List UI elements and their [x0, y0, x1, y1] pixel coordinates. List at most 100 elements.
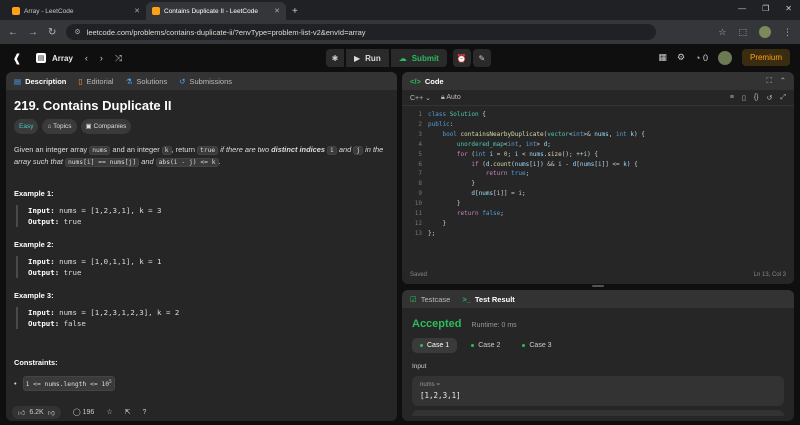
- timer-button[interactable]: ⏰: [452, 49, 471, 67]
- fire-icon: ◔: [695, 52, 701, 63]
- auto-mode[interactable]: 🔒︎ Auto: [441, 94, 461, 102]
- share-icon[interactable]: ⇱: [125, 408, 131, 416]
- submit-label: Submit: [411, 53, 439, 63]
- verdict-row: Accepted Runtime: 0 ms: [412, 318, 784, 330]
- case-tab-3[interactable]: Case 3: [514, 338, 559, 353]
- browser-tab-array[interactable]: Array - LeetCode ✕: [6, 2, 146, 20]
- thumbs-down-icon[interactable]: 👎︎: [48, 408, 55, 417]
- constraints-title: Constraints:: [14, 358, 58, 367]
- list-icon: ▤: [36, 53, 46, 63]
- reload-icon[interactable]: ↻: [48, 27, 56, 38]
- browser-tab-contains-duplicate[interactable]: Contains Duplicate II - LeetCode ✕: [146, 2, 286, 20]
- book-icon: ▯: [78, 76, 83, 86]
- pass-dot: [522, 344, 526, 347]
- settings-gear-icon[interactable]: ⚙: [677, 52, 685, 63]
- example-box: Input: nums = [1,2,3,1,2,3], k = 2 Outpu…: [16, 307, 389, 329]
- next-problem-icon[interactable]: ›: [100, 53, 103, 64]
- new-tab-button[interactable]: +: [292, 6, 298, 17]
- editor-toolbar: C++ ⌄ 🔒︎ Auto ≡ ▯ {} ↺ ⤢: [402, 90, 794, 106]
- tab-submissions[interactable]: ↺ Submissions: [179, 77, 232, 86]
- case-tabs: Case 1 Case 2 Case 3: [412, 338, 784, 353]
- shuffle-icon[interactable]: ⤨: [115, 53, 122, 64]
- input-box: [412, 410, 784, 416]
- submit-button[interactable]: ☁ Submit: [390, 49, 447, 67]
- tag-icon: ⌂: [47, 123, 52, 130]
- favorite-star-icon[interactable]: ☆: [106, 408, 112, 416]
- difficulty-badge[interactable]: Easy: [14, 119, 39, 134]
- pass-dot: [471, 344, 475, 347]
- debug-button[interactable]: ✱: [326, 49, 344, 67]
- maximize-panel-icon[interactable]: ⛶: [766, 76, 771, 86]
- pass-dot: [420, 344, 423, 347]
- braces-icon[interactable]: {}: [754, 94, 759, 102]
- notes-button[interactable]: ✎: [472, 49, 491, 67]
- minimize-icon[interactable]: —: [738, 4, 746, 13]
- tab-testcase[interactable]: ☑ Testcase: [410, 295, 450, 304]
- topbar-right: ▦ ⚙ ◔ 0 Premium: [658, 49, 790, 66]
- companies-tag[interactable]: ▣ Companies: [80, 119, 132, 134]
- tab-test-result[interactable]: >_ Test Result: [462, 295, 514, 304]
- problem-list-selector[interactable]: ▤ Array: [36, 53, 73, 63]
- topics-tag[interactable]: ⌂ Topics: [42, 119, 77, 134]
- panel-resize-handle[interactable]: [592, 285, 604, 287]
- bookmark-icon[interactable]: ▯: [742, 94, 746, 102]
- fullscreen-icon[interactable]: ⤢: [780, 94, 786, 102]
- note-icon: ✎: [478, 53, 486, 63]
- bookmark-star-icon[interactable]: ☆: [718, 27, 726, 38]
- close-window-icon[interactable]: ✕: [785, 4, 792, 13]
- editor-statusbar: Saved Ln 13, Col 3: [410, 272, 786, 278]
- tab-solutions[interactable]: ⚗ Solutions: [126, 77, 168, 86]
- language-select[interactable]: C++ ⌄: [410, 94, 431, 102]
- browser-tabbar: Array - LeetCode ✕ Contains Duplicate II…: [0, 0, 800, 20]
- input-var-value: [1,2,3,1]: [420, 391, 461, 400]
- layout-icon[interactable]: ▦: [658, 52, 667, 63]
- profile-avatar[interactable]: [759, 26, 771, 38]
- input-box: nums = [1,2,3,1]: [412, 376, 784, 406]
- maximize-icon[interactable]: ❐: [762, 4, 769, 13]
- close-tab-icon[interactable]: ✕: [274, 7, 280, 15]
- result-body: Accepted Runtime: 0 ms Case 1 Case 2 Cas…: [402, 308, 794, 421]
- like-group: 👍︎ 6.2K 👎︎: [12, 405, 61, 419]
- site-info-icon[interactable]: ⚙: [74, 28, 80, 36]
- extensions-icon[interactable]: ⬚: [738, 27, 747, 38]
- run-button[interactable]: ▶ Run: [346, 49, 389, 67]
- comments-button[interactable]: ◯ 196: [73, 408, 94, 416]
- problem-title: 219. Contains Duplicate II: [14, 98, 172, 113]
- run-label: Run: [365, 53, 381, 63]
- leetcode-logo-icon[interactable]: ❰: [10, 51, 24, 65]
- example-title: Example 2:: [14, 240, 54, 249]
- collapse-icon[interactable]: ⌃: [780, 76, 786, 86]
- leetcode-favicon: [152, 7, 160, 15]
- bug-icon: ✱: [331, 53, 339, 63]
- play-icon: ▶: [354, 53, 361, 63]
- problem-list-title: Array: [52, 53, 73, 63]
- run-submit-group: ✱ ▶ Run ☁ Submit ⏰ ✎: [326, 49, 491, 67]
- checkbox-icon: ☑: [410, 294, 417, 304]
- tab-editorial[interactable]: ▯ Editorial: [78, 77, 113, 86]
- premium-button[interactable]: Premium: [741, 49, 790, 66]
- format-icon[interactable]: ≡: [730, 94, 734, 102]
- menu-dots-icon[interactable]: ⋮: [783, 27, 792, 38]
- close-tab-icon[interactable]: ✕: [134, 7, 140, 15]
- forward-icon[interactable]: →: [28, 27, 38, 38]
- code-tab[interactable]: </> Code: [410, 77, 444, 86]
- problem-navigation: ‹ › ⤨: [85, 53, 122, 64]
- tab-description[interactable]: ▤ Description: [14, 77, 66, 86]
- code-editor[interactable]: 1 2 3 4 5 6 7 8 9 10 11 12 13 class Solution { publi…: [402, 106, 794, 239]
- flask-icon: ⚗: [125, 76, 133, 86]
- address-bar[interactable]: ⚙ leetcode.com/problems/contains-duplica…: [66, 24, 657, 40]
- help-icon[interactable]: ?: [142, 409, 146, 416]
- lock-icon: 🔒︎: [441, 93, 445, 101]
- example-box: Input: nums = [1,2,3,1], k = 3 Output: t…: [16, 205, 389, 227]
- thumbs-up-icon[interactable]: 👍︎: [18, 408, 25, 417]
- streak-counter[interactable]: ◔ 0: [695, 53, 708, 63]
- user-avatar[interactable]: [717, 50, 732, 65]
- input-var-name: nums =: [420, 382, 440, 388]
- case-tab-2[interactable]: Case 2: [463, 338, 508, 353]
- reset-icon[interactable]: ↺: [767, 94, 773, 102]
- case-tab-1[interactable]: Case 1: [412, 338, 458, 353]
- prev-problem-icon[interactable]: ‹: [85, 53, 88, 64]
- tab-title: Array - LeetCode: [24, 7, 74, 15]
- problem-description: 219. Contains Duplicate II Easy ⌂ Topics…: [6, 90, 397, 401]
- back-icon[interactable]: ←: [8, 27, 18, 38]
